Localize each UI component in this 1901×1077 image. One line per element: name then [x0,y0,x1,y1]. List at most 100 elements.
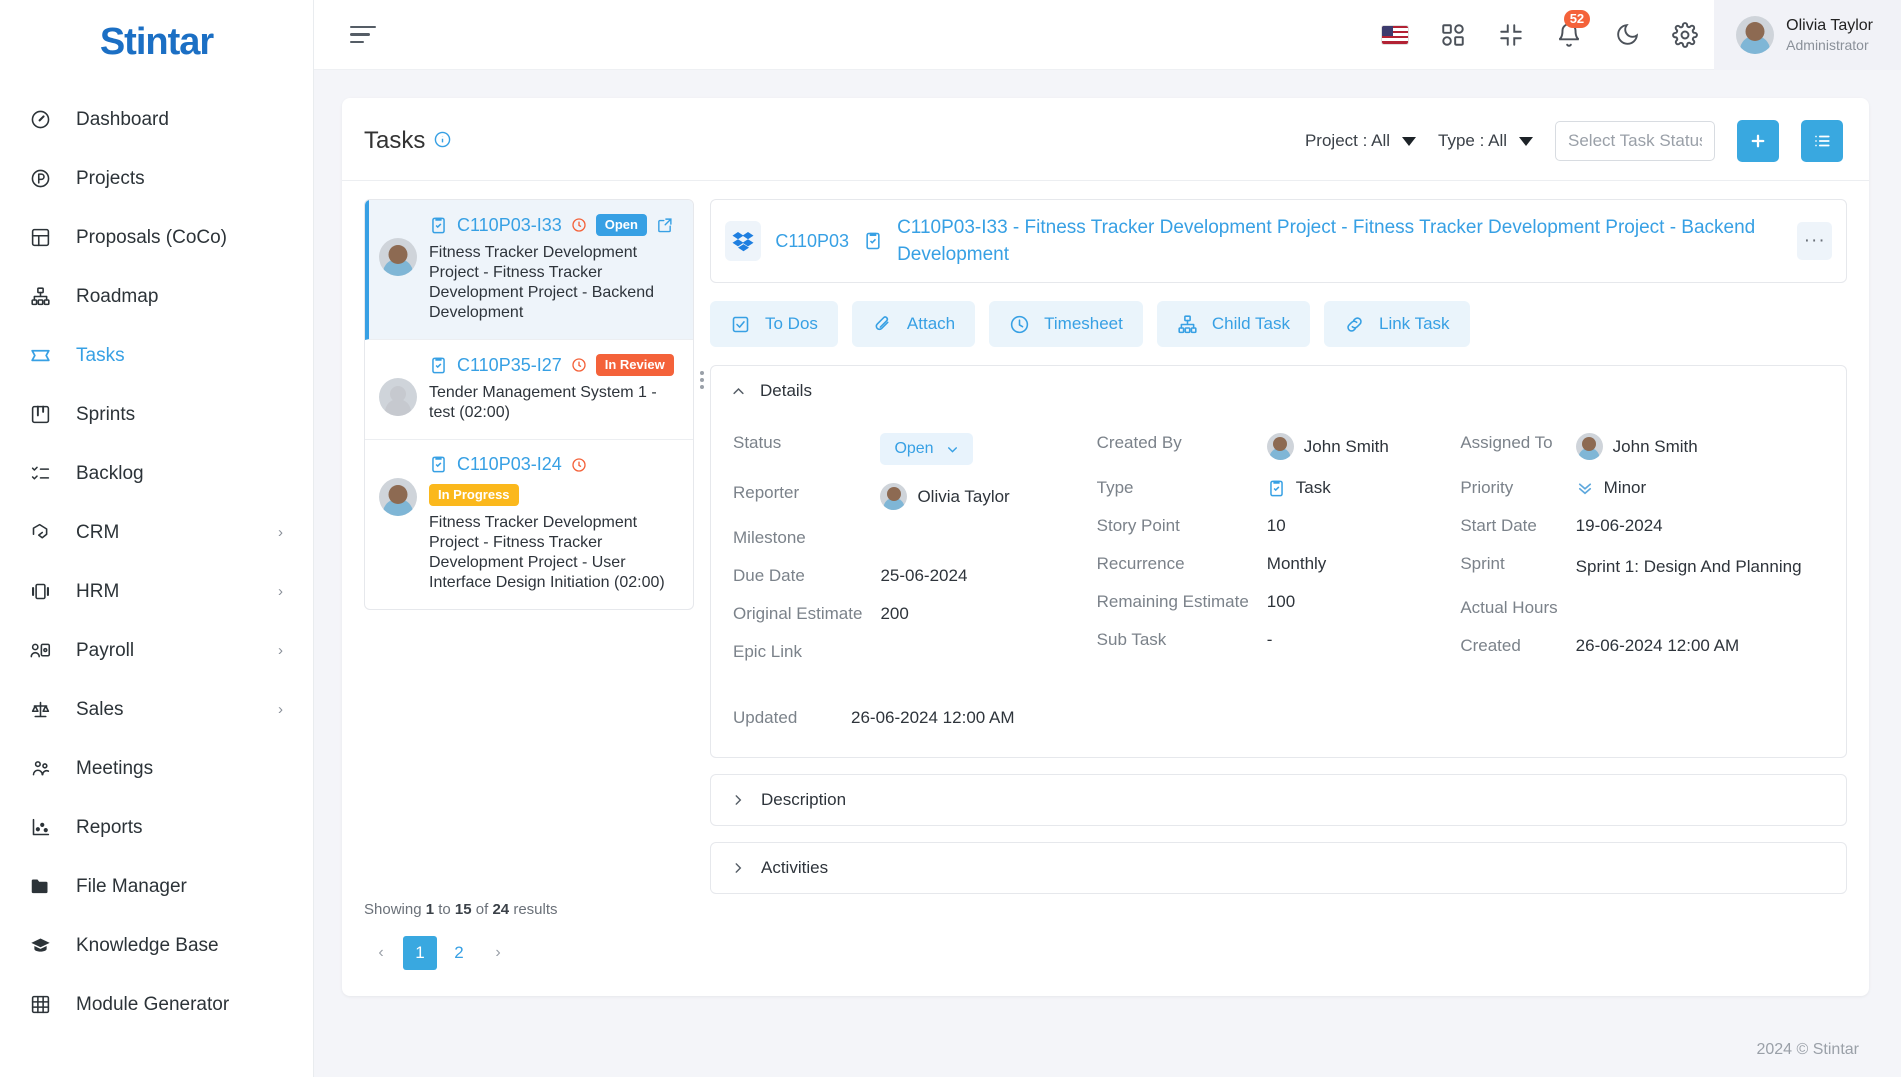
field-value-cell: Minor [1576,469,1824,507]
filter-project[interactable]: Project : All [1305,131,1417,151]
field-value-cell: 100 [1267,583,1461,621]
sidebar-item-meetings[interactable]: Meetings [0,739,313,798]
sidebar-item-dashboard[interactable]: Dashboard [0,90,313,149]
task-description: Tender Management System 1 - test (02:00… [429,384,657,421]
pagination-prev[interactable]: ‹ [364,936,398,970]
share-icon[interactable] [656,217,673,234]
info-icon[interactable] [434,127,451,155]
checkbox-icon [730,314,751,335]
chevron-up-icon [731,384,746,399]
layout-icon [30,227,60,248]
folder-icon [30,876,60,897]
list-view-button[interactable] [1801,120,1843,162]
hamburger-icon[interactable] [350,25,376,44]
sidebar-item-backlog[interactable]: Backlog [0,444,313,503]
task-list-item[interactable]: C110P35-I27 In Review Tender Management Sy… [365,340,693,440]
summary-from: 1 [425,901,435,918]
detail-task-title[interactable]: C110P03-I33 - Fitness Tracker Developmen… [897,214,1783,268]
field-value: 10 [1266,516,1286,535]
field-label: Actual Hours [1460,598,1558,617]
action-child-task-button[interactable]: Child Task [1156,301,1310,347]
graduation-cap-icon [30,935,60,956]
sidebar-item-knowledge-base[interactable]: Knowledge Base [0,916,313,975]
task-list-item[interactable]: C110P03-I24 In Progress Fitness Tracker De… [365,440,693,609]
details-panel-header[interactable]: Details [711,366,1846,416]
action-label: To Dos [765,314,818,333]
action-attach-button[interactable]: Attach [851,301,976,347]
us-flag-icon[interactable] [1366,0,1424,70]
task-code[interactable]: C110P35-I27 [457,355,562,376]
sidebar-item-hrm[interactable]: HRM › [0,562,313,621]
chevron-right-icon: › [278,701,283,718]
moon-icon[interactable] [1598,0,1656,70]
status-select[interactable]: Open [880,433,973,465]
sidebar-item-label: Knowledge Base [76,934,219,956]
sidebar-item-crm[interactable]: CRM › [0,503,313,562]
field-label: Type [1096,478,1134,497]
paperclip-icon [872,314,893,335]
updated-value: 26-06-2024 12:00 AM [851,708,1015,727]
task-status-input[interactable] [1555,121,1715,161]
activities-section[interactable]: Activities [710,842,1847,894]
sidebar-item-payroll[interactable]: Payroll › [0,621,313,680]
sidebar-item-label: Dashboard [76,108,169,130]
task-clipboard-icon [863,231,883,251]
sidebar-item-reports[interactable]: Reports [0,798,313,857]
sidebar-item-tasks[interactable]: Tasks [0,326,313,385]
pagination-page-2[interactable]: 2 [442,936,476,970]
sidebar-item-file-manager[interactable]: File Manager [0,857,313,916]
field-value-cell: - [1267,621,1461,659]
action-link-task-button[interactable]: Link Task [1323,301,1470,347]
bell-icon[interactable]: 52 [1540,0,1598,70]
field-value: Task [1295,478,1331,497]
action-timesheet-button[interactable]: Timesheet [989,301,1143,347]
grid-icon [30,994,60,1015]
chevron-right-icon [731,861,745,875]
task-clipboard-icon [1267,479,1286,498]
task-code[interactable]: C110P03-I33 [457,215,562,236]
task-type-icon [429,356,448,375]
sidebar-item-label: CRM [76,521,120,543]
task-code[interactable]: C110P03-I24 [457,454,562,475]
avatar [880,483,908,510]
task-action-buttons: To Dos Attach Timesheet Child Task Link Task [710,301,1847,347]
sidebar-item-roadmap[interactable]: Roadmap [0,267,313,326]
sidebar-item-module-generator[interactable]: Module Generator [0,975,313,1034]
pagination-next[interactable]: › [481,936,515,970]
field-label: Sprint [1460,554,1505,573]
add-task-button[interactable] [1737,120,1779,162]
user-profile-menu[interactable]: Olivia Taylor Administrator [1714,0,1901,70]
brand-logo[interactable]: Stintar [0,0,313,84]
gear-icon[interactable] [1656,0,1714,70]
field-value-cell: 200 [880,595,1096,633]
pagination-page-1[interactable]: 1 [403,936,437,970]
detail-project-code: C110P03 [775,230,850,251]
field-value-cell: Monthly [1267,545,1461,583]
task-list-item[interactable]: C110P03-I33 Open Fitness Tracker Developme… [365,200,693,340]
details-panel-label: Details [760,381,812,400]
field-value: Olivia Taylor [917,486,1010,506]
description-section[interactable]: Description [710,774,1847,826]
details-panel: Details Status Open Reporter Olivia Taylor M… [710,365,1847,758]
chevron-down-icon [947,446,957,453]
field-label: Priority [1460,478,1514,497]
summary-prefix: Showing [364,901,426,918]
avatar [379,238,417,323]
field-label: Reporter [733,483,800,502]
task-detail-header: C110P03 C110P03-I33 - Fitness Tracker De… [710,199,1847,283]
collapse-screen-icon[interactable] [1482,0,1540,70]
sidebar-item-projects[interactable]: Projects [0,149,313,208]
chevron-right-icon: › [278,642,283,659]
sidebar-item-sprints[interactable]: Sprints [0,385,313,444]
field-label: Remaining Estimate [1096,592,1249,611]
field-value: John Smith [1303,436,1389,456]
filter-type-label: Type : All [1438,131,1507,150]
apps-grid-icon[interactable] [1424,0,1482,70]
sidebar-item-proposals-coco[interactable]: Proposals (CoCo) [0,208,313,267]
ellipsis-icon[interactable]: ··· [1797,222,1832,260]
sidebar-item-sales[interactable]: Sales › [0,680,313,739]
action-to-dos-button[interactable]: To Dos [710,301,838,347]
sidebar-item-label: File Manager [76,875,187,897]
list-options-icon[interactable] [700,371,704,389]
filter-type[interactable]: Type : All [1438,131,1533,151]
